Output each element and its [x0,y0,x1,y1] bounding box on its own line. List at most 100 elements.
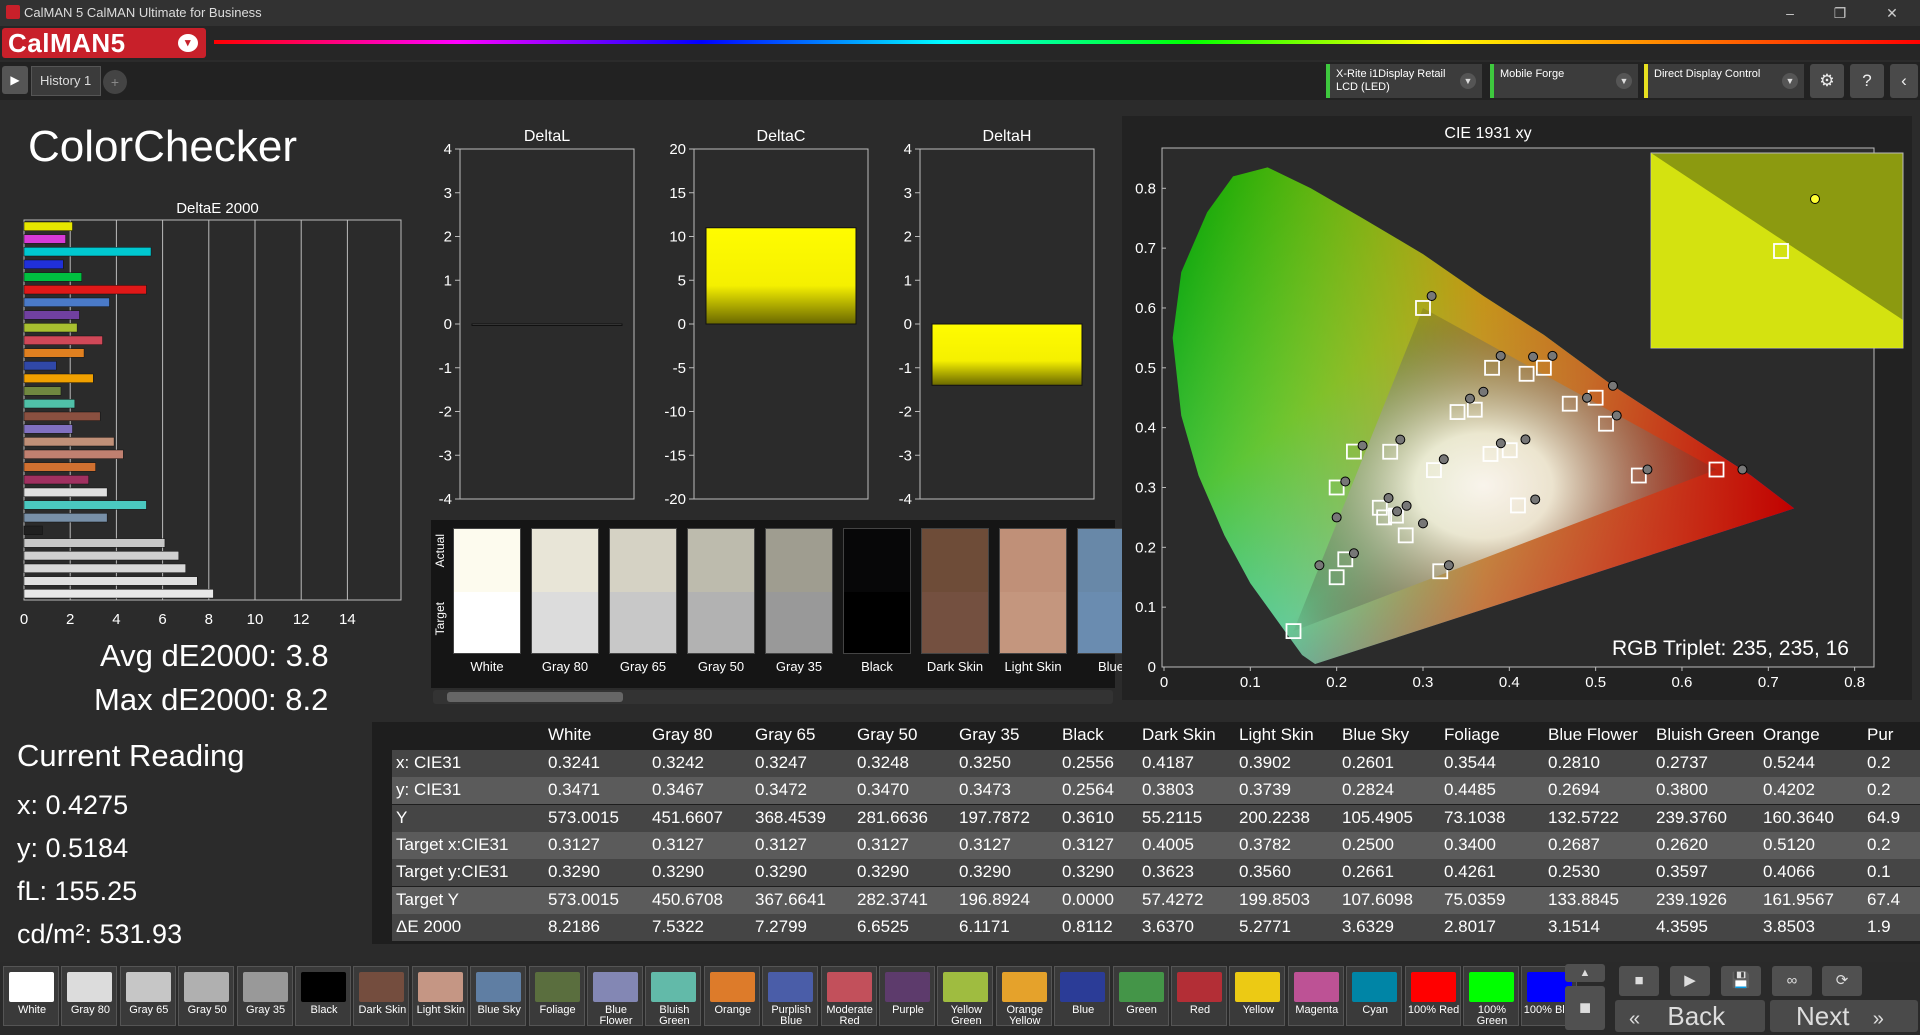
table-cell: 282.3741 [857,889,928,909]
minimize-button[interactable]: – [1770,2,1810,24]
play-icon[interactable]: ▶ [2,66,28,94]
meter-selector[interactable]: X-Rite i1Display Retail LCD (LED) ▼ [1326,64,1482,98]
source-name: Mobile Forge [1500,68,1565,80]
swatch-black[interactable] [843,528,911,654]
swatch-light-skin[interactable] [999,528,1067,654]
close-button[interactable]: ✕ [1872,2,1912,24]
color-label: Green [1126,1004,1157,1016]
swatch-gray-35[interactable] [765,528,833,654]
y-tick-label: -1 [439,360,452,377]
color-button-gray-35[interactable]: Gray 35 [236,966,293,1026]
table-cell: 0.4485 [1444,780,1496,800]
color-patch [184,972,230,1002]
table-cell: 0.2661 [1342,862,1394,882]
scrollbar-thumb[interactable] [447,692,623,702]
next-button[interactable]: Next » [1770,1000,1918,1032]
color-label: Bluish Green [659,1004,690,1027]
table-cell: 0.3127 [755,834,807,854]
color-button-yellow-green[interactable]: Yellow Green [937,966,994,1027]
color-label: 100% Red [1407,1004,1460,1016]
table-header: White Gray 80 Gray 65 Gray 50 Gray 35 Black Da… [392,722,1920,749]
save-icon[interactable]: 💾 [1721,966,1761,996]
title-bar: CalMAN 5 CalMAN Ultimate for Business – … [0,0,1920,26]
color-label: 100% Green [1476,1004,1508,1027]
color-button-gray-80[interactable]: Gray 80 [61,966,118,1026]
table-cell: 0.3241 [548,753,600,772]
color-button-purple[interactable]: Purple [879,966,935,1026]
collapse-button[interactable]: ‹ [1890,64,1918,98]
table-cell: 4.3595 [1656,916,1708,936]
table-cell: 133.8845 [1548,889,1619,909]
swatch-gray-65[interactable] [609,528,677,654]
color-button-black[interactable]: Black [295,966,351,1026]
table-cell: 0.3623 [1142,862,1194,882]
record-button[interactable]: ■ [1565,986,1605,1030]
color-button-bluish-green[interactable]: Bluish Green [645,966,702,1027]
bar [23,348,85,358]
actual-marker [1383,493,1394,504]
scroll-up-button[interactable]: ▲ [1565,964,1605,982]
target-label: Target [433,602,447,636]
chevron-down-icon: ▼ [1460,73,1476,89]
color-button-yellow[interactable]: Yellow [1229,966,1286,1026]
back-button[interactable]: « Back [1615,1000,1765,1032]
source-selector[interactable]: Mobile Forge ▼ [1490,64,1638,98]
color-button-dark-skin[interactable]: Dark Skin [353,966,410,1026]
add-tab-button[interactable]: + [103,70,127,94]
color-button-orange-yellow[interactable]: Orange Yellow [995,966,1052,1027]
x-tick-label: 10 [247,611,264,628]
display-selector[interactable]: Direct Display Control ▼ [1644,64,1804,98]
deltah-chart: DeltaH 4 3 2 1 0 -1 -2 -3 -4 [899,128,1095,508]
actual-marker [1392,506,1403,517]
color-button-white[interactable]: White [3,966,59,1026]
color-button-gray-65[interactable]: Gray 65 [119,966,176,1026]
color-button-cyan[interactable]: Cyan [1346,966,1403,1026]
color-button-purplish-blue[interactable]: Purplish Blue [762,966,819,1027]
color-button-blue-flower[interactable]: Blue Flower [587,966,643,1027]
color-button-green[interactable]: Green [1112,966,1169,1026]
color-button-blue-sky[interactable]: Blue Sky [470,966,527,1026]
play-button[interactable]: ▶ [1670,966,1710,996]
y-tick-label: 0 [678,316,686,333]
swatch-gray-80[interactable] [531,528,599,654]
color-label: Purple [892,1004,924,1016]
y-tick-label: 0.2 [1135,539,1156,556]
swatch-dark-skin[interactable] [921,528,989,654]
y-tick-label: 1 [904,272,912,289]
color-button-moderate-red[interactable]: Moderate Red [820,966,877,1027]
settings-button[interactable]: ⚙ [1810,64,1844,98]
color-button-blue[interactable]: Blue [1054,966,1111,1026]
swatch-white[interactable] [453,528,521,654]
rgb-triplet: RGB Triplet: 235, 235, 16 [1612,637,1849,660]
swatch-gray-50[interactable] [687,528,755,654]
table-cell: 0.3473 [959,780,1011,800]
color-button-100-green[interactable]: 100% Green [1463,966,1519,1027]
tab-bar: ▶ History 1 + X-Rite i1Display Retail LC… [0,62,1920,100]
table-cell: 0.3127 [959,834,1011,854]
color-button-red[interactable]: Red [1171,966,1227,1026]
stop-button[interactable]: ■ [1619,966,1659,996]
color-button-gray-50[interactable]: Gray 50 [178,966,235,1026]
tab-history-1[interactable]: History 1 [31,66,101,96]
calman-menu-button[interactable]: CalMAN5 ▾ [2,28,206,58]
color-patch [885,972,930,1002]
color-button-foliage[interactable]: Foliage [528,966,585,1026]
loop-icon[interactable]: ∞ [1772,966,1812,996]
table-cell: 7.2799 [755,916,807,936]
table-cell: 0.3290 [1062,862,1114,882]
swatch-scrollbar[interactable] [433,690,1113,704]
refresh-icon[interactable]: ⟳ [1822,966,1862,996]
color-button-magenta[interactable]: Magenta [1287,966,1344,1026]
color-patch [768,972,814,1002]
swatch-actual [610,529,676,592]
x-tick-label: 6 [158,611,166,628]
color-button-100-red[interactable]: 100% Red [1404,966,1461,1026]
maximize-button[interactable]: ❐ [1820,2,1860,24]
actual-marker [1357,440,1368,451]
bar [23,424,73,434]
color-button-light-skin[interactable]: Light Skin [411,966,468,1026]
color-button-orange[interactable]: Orange [703,966,760,1026]
help-button[interactable]: ? [1850,64,1884,98]
back-arrow-icon: « [1629,1008,1641,1030]
chart-title: DeltaC [757,128,806,145]
